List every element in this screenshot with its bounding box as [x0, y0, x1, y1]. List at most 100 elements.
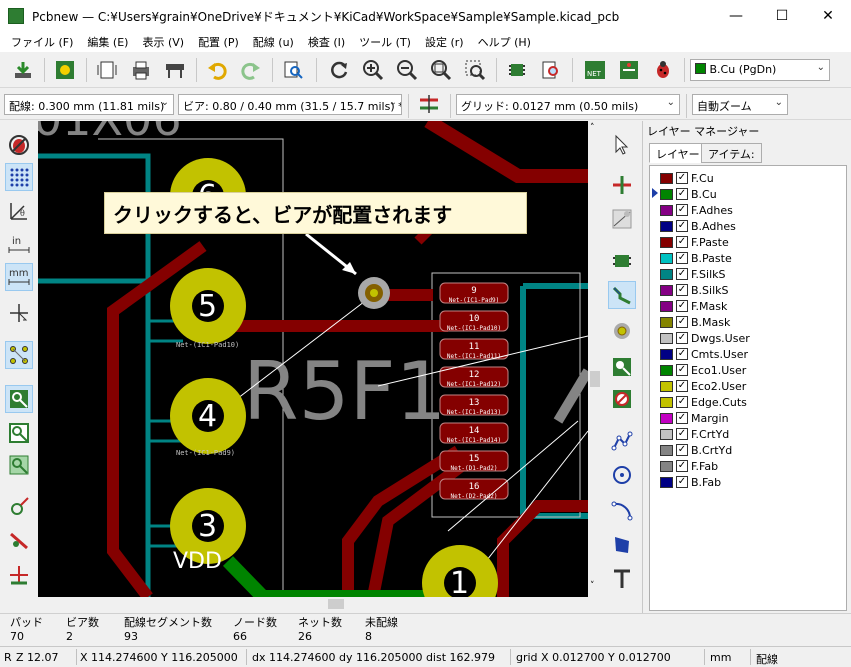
layer-color-swatch[interactable]	[660, 364, 673, 376]
add-text-icon[interactable]	[608, 565, 636, 593]
layer-row[interactable]: ✓ B.CrtYd	[654, 442, 732, 458]
layer-color-swatch[interactable]	[660, 476, 673, 488]
layer-color-swatch[interactable]	[660, 252, 673, 264]
layer-row[interactable]: ✓ F.Mask	[654, 298, 727, 314]
route-track-icon[interactable]	[608, 281, 636, 309]
menu-file[interactable]: ファイル (F)	[4, 34, 80, 50]
layer-visibility-checkbox[interactable]: ✓	[676, 460, 688, 472]
menu-view[interactable]: 表示 (V)	[135, 34, 191, 50]
menu-edit[interactable]: 編集 (E)	[80, 34, 135, 50]
layer-row[interactable]: ✓ F.Cu	[654, 170, 714, 186]
board-setup-icon[interactable]	[52, 57, 78, 83]
layer-row[interactable]: ✓ F.SilkS	[654, 266, 726, 282]
layer-visibility-checkbox[interactable]: ✓	[676, 428, 688, 440]
layer-color-swatch[interactable]	[660, 348, 673, 360]
polar-coords-icon[interactable]: θ	[5, 197, 33, 225]
inch-units-icon[interactable]: in	[5, 231, 33, 259]
page-settings-icon[interactable]	[94, 57, 120, 83]
layer-color-swatch[interactable]	[660, 316, 673, 328]
tab-items[interactable]: アイテム:	[701, 143, 762, 163]
layer-color-swatch[interactable]	[660, 188, 673, 200]
layer-row[interactable]: ✓ B.Adhes	[654, 218, 736, 234]
via-sketch-icon[interactable]	[5, 527, 33, 555]
menu-help[interactable]: ヘルプ (H)	[471, 34, 538, 50]
zoom-fit-icon[interactable]	[428, 57, 454, 83]
layer-color-swatch[interactable]	[660, 444, 673, 456]
layer-row[interactable]: ✓ Dwgs.User	[654, 330, 750, 346]
layer-color-swatch[interactable]	[660, 268, 673, 280]
layer-visibility-checkbox[interactable]: ✓	[676, 396, 688, 408]
layer-visibility-checkbox[interactable]: ✓	[676, 172, 688, 184]
layer-row[interactable]: ✓ F.Fab	[654, 458, 718, 474]
add-circle-icon[interactable]	[608, 461, 636, 489]
horizontal-scroll-thumb[interactable]	[328, 599, 344, 609]
plot-icon[interactable]	[162, 57, 188, 83]
add-footprint-icon[interactable]	[608, 247, 636, 275]
zone-sketch-icon[interactable]	[5, 451, 33, 479]
highlight-net-icon[interactable]	[608, 171, 636, 199]
layer-visibility-checkbox[interactable]: ✓	[676, 332, 688, 344]
grid-dropdown[interactable]: グリッド: 0.0127 mm (0.50 mils) ⌄	[456, 94, 680, 115]
redraw-icon[interactable]	[326, 57, 352, 83]
add-zone-icon[interactable]	[608, 353, 636, 381]
layer-visibility-checkbox[interactable]: ✓	[676, 268, 688, 280]
layer-color-swatch[interactable]	[660, 428, 673, 440]
layer-color-swatch[interactable]	[660, 204, 673, 216]
via-size-dropdown[interactable]: ビア: 0.80 / 0.40 mm (31.5 / 15.7 mils) * …	[178, 94, 402, 115]
layer-row[interactable]: ✓ Margin	[654, 410, 729, 426]
local-ratsnest-icon[interactable]	[608, 205, 636, 233]
vertical-scrollbar[interactable]: ˄ ˅	[588, 121, 602, 597]
update-pcb-icon[interactable]	[616, 57, 642, 83]
zoom-out-icon[interactable]	[394, 57, 420, 83]
mm-units-icon[interactable]: mm	[5, 263, 33, 291]
layer-row[interactable]: ✓ Cmts.User	[654, 346, 748, 362]
menu-inspect[interactable]: 検査 (I)	[301, 34, 352, 50]
drc-off-icon[interactable]	[5, 131, 33, 159]
via-cursor[interactable]	[358, 277, 390, 309]
drc-bug-icon[interactable]	[650, 57, 676, 83]
layer-color-swatch[interactable]	[660, 412, 673, 424]
show-ratsnest-icon[interactable]	[5, 341, 33, 369]
layer-visibility-checkbox[interactable]: ✓	[676, 188, 688, 200]
select-arrow-icon[interactable]	[608, 131, 636, 159]
layer-color-swatch[interactable]	[660, 396, 673, 408]
layer-visibility-checkbox[interactable]: ✓	[676, 348, 688, 360]
layer-visibility-checkbox[interactable]: ✓	[676, 236, 688, 248]
redo-icon[interactable]	[238, 57, 264, 83]
find-icon[interactable]	[280, 57, 306, 83]
layer-row[interactable]: ✓ Eco1.User	[654, 362, 746, 378]
zoom-selection-icon[interactable]	[462, 57, 488, 83]
minimize-button[interactable]: —	[713, 0, 759, 32]
track-sketch-icon[interactable]	[5, 561, 33, 589]
layer-visibility-checkbox[interactable]: ✓	[676, 476, 688, 488]
layer-visibility-checkbox[interactable]: ✓	[676, 300, 688, 312]
cursor-shape-icon[interactable]	[5, 299, 33, 327]
pad-sketch-icon[interactable]	[5, 493, 33, 521]
footprint-viewer-icon[interactable]	[538, 57, 564, 83]
add-keepout-icon[interactable]	[608, 385, 636, 413]
zoom-in-icon[interactable]	[360, 57, 386, 83]
layer-visibility-checkbox[interactable]: ✓	[676, 220, 688, 232]
close-button[interactable]: ✕	[805, 0, 851, 32]
print-icon[interactable]	[128, 57, 154, 83]
layer-row[interactable]: ✓ Eco2.User	[654, 378, 746, 394]
add-arc-icon[interactable]	[608, 497, 636, 525]
menu-tools[interactable]: ツール (T)	[352, 34, 418, 50]
vertical-scroll-thumb[interactable]	[590, 371, 600, 387]
layer-visibility-checkbox[interactable]: ✓	[676, 284, 688, 296]
track-width-dropdown[interactable]: 配線: 0.300 mm (11.81 mils) ⌄	[4, 94, 174, 115]
layer-row[interactable]: ✓ B.Cu	[652, 186, 717, 202]
add-graphic-line-icon[interactable]	[608, 427, 636, 455]
layer-row[interactable]: ✓ B.Fab	[654, 474, 721, 490]
menu-route[interactable]: 配線 (u)	[246, 34, 301, 50]
zone-fill-icon[interactable]	[5, 385, 33, 413]
add-polygon-icon[interactable]	[608, 531, 636, 559]
layer-color-swatch[interactable]	[660, 380, 673, 392]
layer-visibility-checkbox[interactable]: ✓	[676, 444, 688, 456]
menu-place[interactable]: 配置 (P)	[191, 34, 246, 50]
layer-visibility-checkbox[interactable]: ✓	[676, 316, 688, 328]
zone-outline-icon[interactable]	[5, 419, 33, 447]
layer-color-swatch[interactable]	[660, 284, 673, 296]
layer-color-swatch[interactable]	[660, 236, 673, 248]
layer-visibility-checkbox[interactable]: ✓	[676, 412, 688, 424]
